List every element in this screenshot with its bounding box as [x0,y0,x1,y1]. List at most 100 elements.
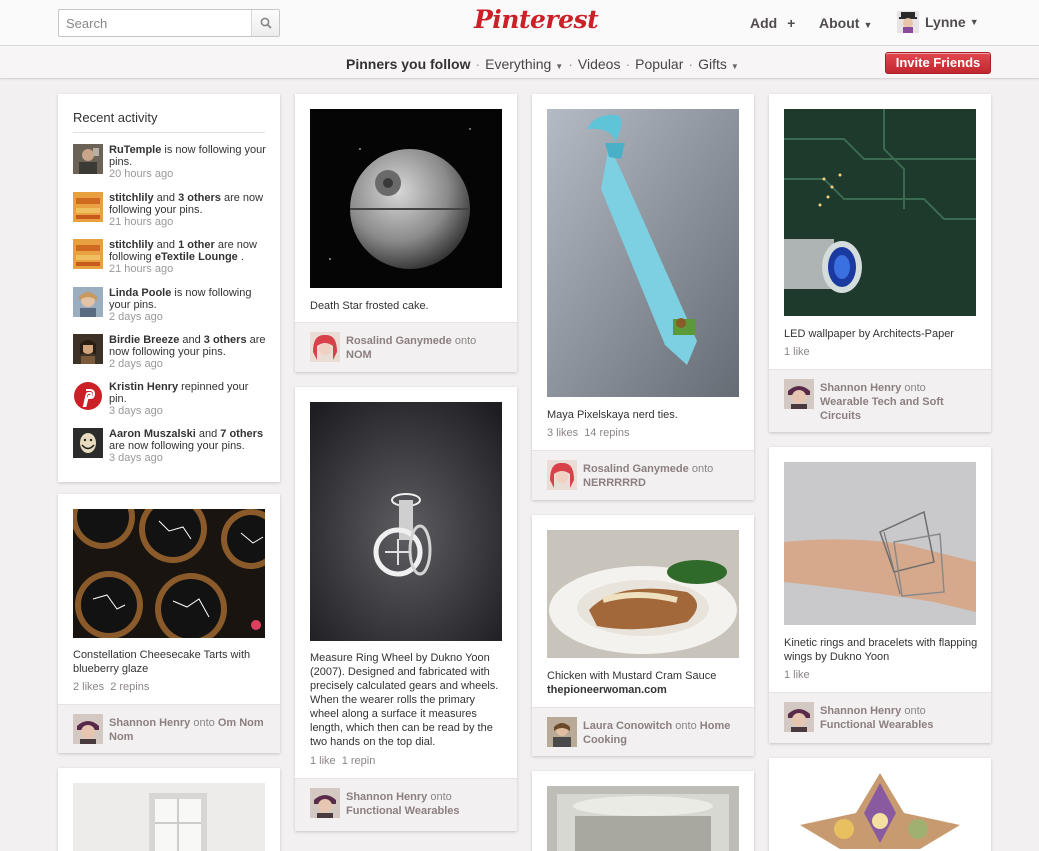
recent-activity-panel: Recent activity RuTemple is now followin… [58,94,280,482]
avatar [897,11,919,33]
recent-activity-title: Recent activity [73,110,158,125]
invite-friends-button[interactable]: Invite Friends [885,52,991,74]
pin-image[interactable] [73,783,265,851]
pin-image[interactable] [547,786,739,851]
activity-board[interactable]: eTextile Lounge [155,251,238,263]
pin-card[interactable]: LED wallpaper by Architects-Paper 1 like… [769,94,991,432]
nav-videos[interactable]: Videos [578,56,621,72]
nav-popular[interactable]: Popular [635,56,683,72]
pin-card[interactable]: Chicken with Mustard Cram Sauce thepionee… [532,515,754,756]
board-name[interactable]: Functional Wearables [346,805,460,817]
search-icon [260,17,272,29]
like-count[interactable]: 3 likes [547,427,578,439]
onto-label: onto [691,463,714,475]
repin-count[interactable]: 14 repins [584,427,629,439]
board-name[interactable]: NERRRRRD [583,477,646,489]
pin-card[interactable] [532,771,754,851]
pin-image[interactable] [784,109,976,316]
activity-time: 3 days ago [109,452,163,464]
pin-image[interactable] [784,773,976,851]
repin-count[interactable]: 2 repins [110,681,149,693]
activity-time: 20 hours ago [109,168,174,180]
pin-attribution: Rosalind Ganymede onto NERRRRRD [532,450,754,500]
onto-label: onto [454,335,477,347]
nav-separator: · [568,56,573,72]
avatar[interactable] [310,332,340,362]
board-name[interactable]: Functional Wearables [820,719,934,731]
like-count[interactable]: 1 like [784,346,810,358]
like-count[interactable]: 1 like [310,755,336,767]
activity-msg: and [153,239,179,251]
activity-user[interactable]: Aaron Muszalski [109,428,196,440]
pinner-name[interactable]: Shannon Henry [346,791,427,803]
avatar[interactable] [784,702,814,732]
board-name[interactable]: NOM [346,349,372,361]
pin-image[interactable] [310,402,502,641]
activity-user[interactable]: stitchlily [109,239,154,251]
pin-source-link[interactable]: thepioneerwoman.com [547,684,667,696]
activity-others[interactable]: 1 other [178,239,215,251]
pin-card[interactable]: Constellation Cheesecake Tarts with blue… [58,494,280,753]
like-count[interactable]: 2 likes [73,681,104,693]
avatar[interactable] [73,714,103,744]
pinner-name[interactable]: Shannon Henry [820,705,901,717]
like-count[interactable]: 1 like [784,669,810,681]
pinner-name[interactable]: Rosalind Ganymede [346,335,452,347]
activity-others[interactable]: 3 others [204,334,247,346]
board-name[interactable]: Wearable Tech and Soft Circuits [820,396,944,422]
onto-label: onto [904,382,926,394]
activity-user[interactable]: Linda Poole [109,287,171,299]
pin-image[interactable] [73,509,265,638]
about-menu[interactable]: About ▼ [819,15,872,31]
pinner-name[interactable]: Laura Conowitch [583,720,672,732]
user-menu[interactable]: Lynne ▼ [897,11,979,33]
pin-image[interactable] [784,462,976,625]
pin-pinner-line: Shannon Henry onto Om Nom Nom [109,716,269,744]
pin-pinner-line: Shannon Henry onto Functional Wearables [346,790,506,818]
onto-label: onto [904,705,926,717]
nav-gifts[interactable]: Gifts ▼ [698,56,739,72]
activity-text: Birdie Breeze and 3 others are now follo… [109,334,267,370]
pin-image[interactable] [547,530,739,658]
activity-user[interactable]: Birdie Breeze [109,334,179,346]
pinner-name[interactable]: Shannon Henry [109,717,190,729]
pin-card[interactable]: Maya Pixelskaya nerd ties. 3 likes 14 rep… [532,94,754,500]
chevron-down-icon: ▼ [730,62,739,71]
nav-everything[interactable]: Everything ▼ [485,56,563,72]
nav-separator: · [688,56,694,72]
search-box [58,9,280,37]
search-button[interactable] [251,10,279,36]
activity-user[interactable]: RuTemple [109,144,161,156]
pinner-name[interactable]: Shannon Henry [820,382,901,394]
activity-time: 21 hours ago [109,216,174,228]
onto-label: onto [430,791,452,803]
pin-image[interactable] [547,109,739,397]
pinterest-logo[interactable]: Pinterest [474,5,599,34]
avatar[interactable] [547,460,577,490]
pin-card[interactable] [58,768,280,851]
avatar[interactable] [310,788,340,818]
nav-separator: · [475,56,481,72]
avatar [73,334,103,364]
activity-text: Aaron Muszalski and 7 others are now fol… [109,428,267,464]
avatar[interactable] [784,379,814,409]
pin-card[interactable]: Kinetic rings and bracelets with flappin… [769,447,991,743]
activity-user[interactable]: Kristin Henry [109,381,178,393]
activity-text: Kristin Henry repinned your pin. 3 days a… [109,381,267,417]
activity-others[interactable]: 3 others [178,192,221,204]
pin-image[interactable] [310,109,502,288]
pin-card[interactable] [769,758,991,851]
pin-card[interactable]: Death Star frosted cake. Rosalind Ganyme… [295,94,517,372]
add-menu[interactable]: Add + [750,15,795,31]
avatar [73,428,103,458]
repin-count[interactable]: 1 repin [342,755,376,767]
search-input[interactable] [59,10,251,36]
top-header: Pinterest Add + About▼ Lynne▼ [0,0,1039,46]
pinner-name[interactable]: Rosalind Ganymede [583,463,689,475]
activity-others[interactable]: 7 others [220,428,263,440]
avatar[interactable] [547,717,577,747]
pin-card[interactable]: Measure Ring Wheel by Dukno Yoon (2007).… [295,387,517,831]
nav-pinners-you-follow[interactable]: Pinners you follow [346,56,470,72]
activity-user[interactable]: stitchlily [109,192,154,204]
plus-icon: + [787,15,796,31]
